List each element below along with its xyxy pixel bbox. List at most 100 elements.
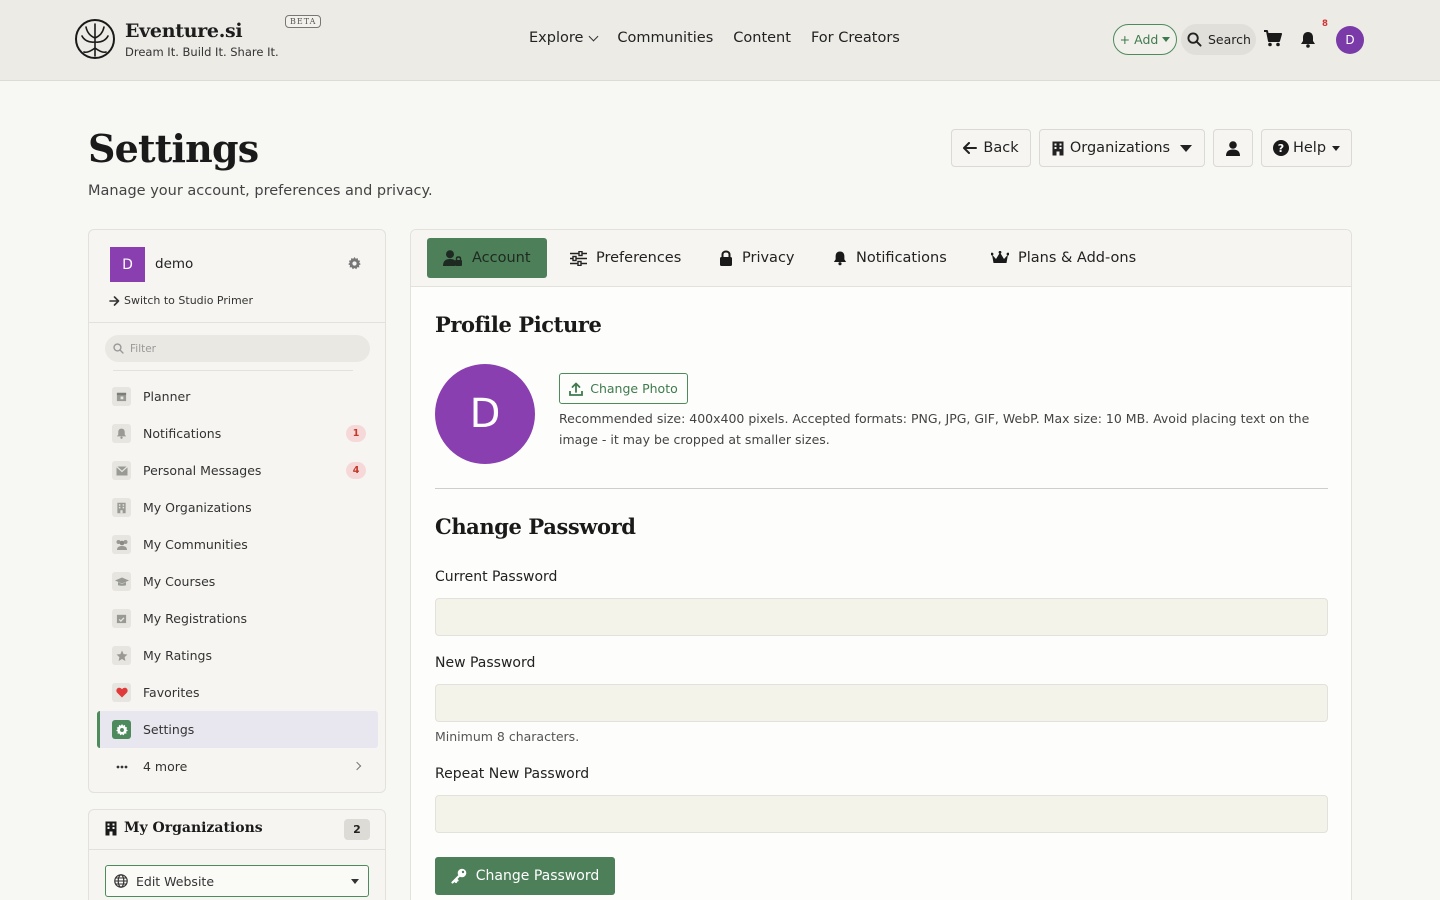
envelope-icon <box>112 461 131 480</box>
sidebar-item-my-courses[interactable]: My Courses <box>97 563 378 600</box>
tab-account-label: Account <box>472 250 531 266</box>
filter-placeholder: Filter <box>130 342 157 355</box>
sidebar-item-planner[interactable]: Planner <box>97 378 378 415</box>
ellipsis-icon <box>112 757 131 776</box>
sidebar-item-personal-messages[interactable]: Personal Messages 4 <box>97 452 378 489</box>
filter-input[interactable]: Filter <box>105 335 370 362</box>
switch-account-link[interactable]: Switch to Studio Primer <box>109 294 253 307</box>
calendar-check-icon <box>112 609 131 628</box>
sidebar-item-label: 4 more <box>143 759 188 774</box>
arrow-right-icon <box>109 295 120 306</box>
brand-tagline: Dream It. Build It. Share It. <box>125 45 279 59</box>
nav-communities[interactable]: Communities <box>617 30 713 46</box>
beta-badge: BETA <box>285 15 322 28</box>
organizations-dropdown[interactable]: Organizations <box>1039 129 1205 167</box>
sidebar-item-my-organizations[interactable]: My Organizations <box>97 489 378 526</box>
divider <box>89 849 385 850</box>
search-icon <box>1187 32 1202 47</box>
back-button[interactable]: Back <box>951 129 1031 167</box>
main-nav: Explore Communities Content For Creators <box>529 30 900 46</box>
bell-icon[interactable] <box>1300 31 1316 48</box>
sidebar-item-label: Settings <box>143 722 195 737</box>
tab-privacy-label: Privacy <box>742 250 795 266</box>
sidebar-item-label: My Ratings <box>143 648 212 663</box>
search-button[interactable]: Search <box>1181 24 1256 55</box>
divider <box>435 488 1328 489</box>
chevron-right-icon <box>352 761 362 771</box>
org-panel-header: My Organizations <box>105 820 263 836</box>
sidebar-item-label: My Courses <box>143 574 216 589</box>
add-button[interactable]: + Add <box>1113 24 1177 55</box>
tab-preferences-label: Preferences <box>596 250 682 266</box>
sidebar-item-label: Notifications <box>143 426 222 441</box>
sidebar-item-my-ratings[interactable]: My Ratings <box>97 637 378 674</box>
notifications-count-badge: 1 <box>346 425 366 442</box>
user-avatar[interactable]: D <box>1336 26 1364 54</box>
sidebar-item-label: Planner <box>143 389 191 404</box>
new-password-input[interactable] <box>435 684 1328 722</box>
arrow-left-icon <box>963 142 978 154</box>
bell-icon <box>833 251 847 266</box>
profile-picture-heading: Profile Picture <box>435 312 602 337</box>
caret-down-icon <box>1180 144 1193 152</box>
nav-for-creators[interactable]: For Creators <box>811 30 900 46</box>
profile-avatar[interactable]: D <box>110 247 145 282</box>
messages-count-badge: 4 <box>346 462 366 479</box>
profile-picture-avatar: D <box>435 364 535 464</box>
current-password-input[interactable] <box>435 598 1328 636</box>
nav-content[interactable]: Content <box>733 30 791 46</box>
profile-button[interactable] <box>1213 129 1253 167</box>
sidebar-item-my-communities[interactable]: My Communities <box>97 526 378 563</box>
tab-privacy[interactable]: Privacy <box>703 238 811 278</box>
tab-plans-addons[interactable]: Plans & Add-ons <box>975 238 1152 278</box>
repeat-password-input[interactable] <box>435 795 1328 833</box>
profile-name[interactable]: demo <box>155 256 193 272</box>
building-icon <box>105 821 117 835</box>
gear-icon[interactable] <box>348 257 361 270</box>
sidebar-item-my-registrations[interactable]: My Registrations <box>97 600 378 637</box>
sidebar-item-settings[interactable]: Settings <box>97 711 378 748</box>
calendar-icon <box>112 387 131 406</box>
org-count-badge: 2 <box>344 819 370 840</box>
sidebar-item-more[interactable]: 4 more <box>97 748 378 785</box>
cart-icon[interactable] <box>1264 30 1282 47</box>
notification-count-badge: 8 <box>1322 19 1328 29</box>
tab-preferences[interactable]: Preferences <box>554 238 697 278</box>
users-icon <box>112 535 131 554</box>
user-lock-icon <box>443 250 462 266</box>
search-label: Search <box>1208 32 1251 47</box>
caret-down-icon <box>351 879 359 884</box>
sidebar-item-notifications[interactable]: Notifications 1 <box>97 415 378 452</box>
org-panel-title: My Organizations <box>124 820 263 836</box>
sidebar-item-label: My Registrations <box>143 611 248 626</box>
sidebar-item-label: Personal Messages <box>143 463 262 478</box>
org-action-select[interactable]: Edit Website <box>105 865 369 897</box>
nav-explore[interactable]: Explore <box>529 30 599 46</box>
bell-icon <box>112 424 131 443</box>
tab-notifications[interactable]: Notifications <box>817 238 963 278</box>
tab-account[interactable]: Account <box>427 238 547 278</box>
settings-tabs: Account Preferences Privacy Notification… <box>411 230 1351 287</box>
tab-notifications-label: Notifications <box>856 250 947 266</box>
sidebar-item-label: Favorites <box>143 685 200 700</box>
star-icon <box>112 646 131 665</box>
building-icon <box>112 498 131 517</box>
building-icon <box>1052 141 1064 155</box>
new-password-help: Minimum 8 characters. <box>435 729 580 744</box>
sidebar-item-label: My Communities <box>143 537 248 552</box>
help-dropdown[interactable]: ? Help <box>1261 129 1352 167</box>
back-button-label: Back <box>983 140 1019 156</box>
add-button-label: + Add <box>1119 32 1159 47</box>
change-photo-button[interactable]: Change Photo <box>559 373 688 404</box>
brand[interactable]: Eventure.si Dream It. Build It. Share It… <box>74 15 322 60</box>
organizations-label: Organizations <box>1069 140 1171 156</box>
user-icon <box>1226 140 1240 156</box>
my-organizations-panel: My Organizations 2 Edit Website <box>88 809 386 900</box>
switch-account-label: Switch to Studio Primer <box>124 294 253 307</box>
brand-name: Eventure.si <box>125 20 243 42</box>
change-password-button[interactable]: Change Password <box>435 857 615 895</box>
lock-icon <box>720 250 732 266</box>
sidebar-item-favorites[interactable]: Favorites <box>97 674 378 711</box>
gear-icon <box>112 720 131 739</box>
sidebar-item-label: My Organizations <box>143 500 252 515</box>
